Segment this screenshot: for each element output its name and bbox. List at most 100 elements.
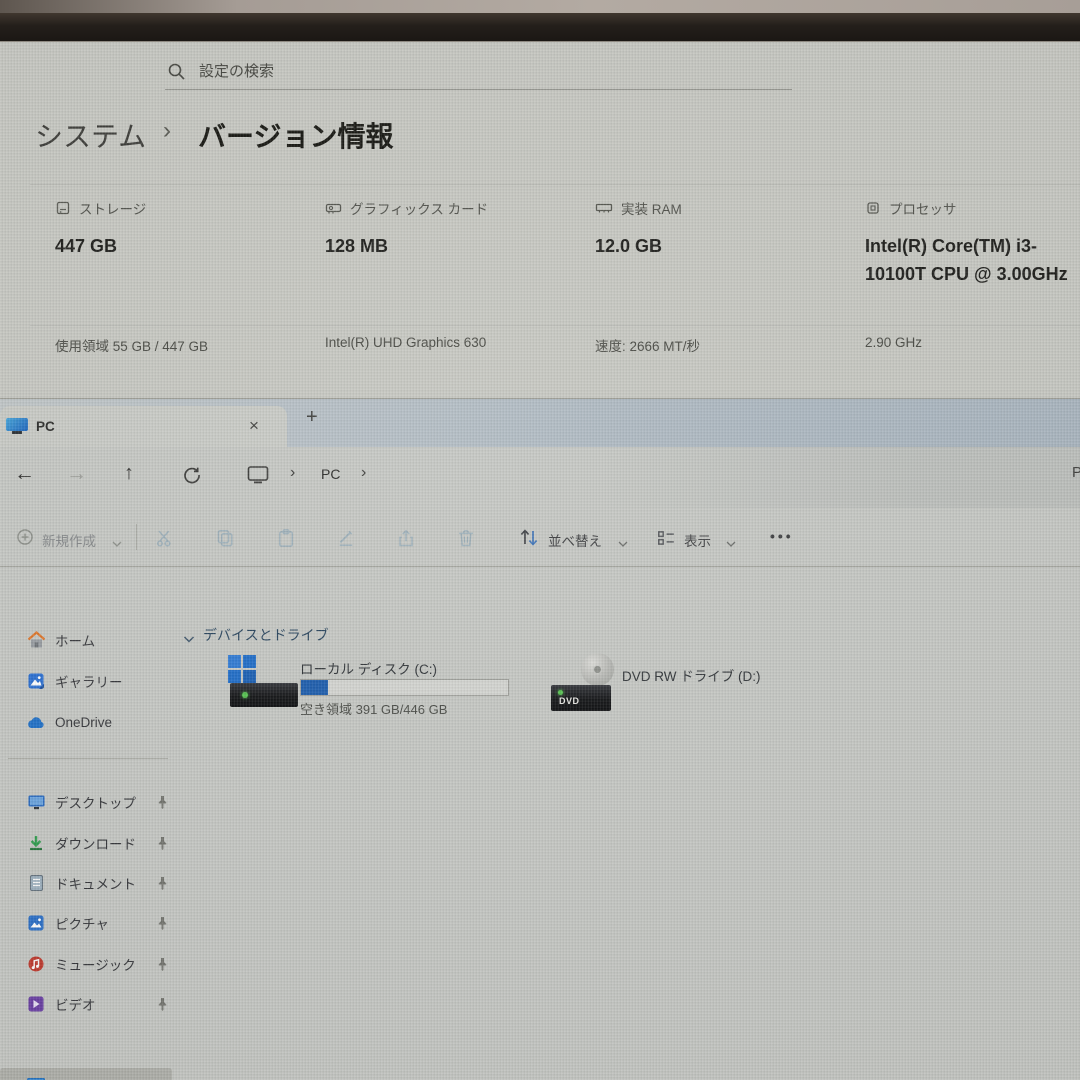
ram-label-text: 実装 RAM: [621, 198, 682, 218]
sidebar-item-downloads[interactable]: ダウンロード: [0, 828, 174, 858]
paste-icon[interactable]: [276, 528, 296, 553]
address-location[interactable]: PC: [321, 466, 340, 482]
capacity-bar-fill: [301, 680, 328, 695]
explorer-tab-bar: PC × +: [0, 398, 1080, 447]
pin-icon: [156, 916, 169, 935]
pin-icon: [156, 957, 169, 976]
sidebar-item-label: ビデオ: [55, 994, 96, 1014]
toolbar-divider: [136, 524, 137, 550]
view-button[interactable]: 表示: [684, 530, 711, 550]
address-pc-icon: [246, 464, 270, 490]
explorer-toolbar: 新規作成: [0, 508, 1080, 567]
pc-monitor-icon: [6, 418, 28, 434]
new-item-button[interactable]: 新規作成: [42, 530, 96, 550]
gpu-value: 128 MB: [325, 232, 535, 260]
dvd-badge: DVD: [559, 696, 580, 706]
view-icon: [656, 528, 676, 553]
tab-pc[interactable]: PC ×: [0, 406, 287, 447]
back-button[interactable]: ←: [14, 462, 35, 486]
pc-icon: [26, 1075, 46, 1080]
new-tab-button[interactable]: +: [306, 406, 318, 429]
storage-label-text: ストレージ: [79, 198, 146, 218]
sidebar-item-label: デスクトップ: [55, 792, 136, 812]
cpu-speed: 2.90 GHz: [865, 335, 922, 350]
address-chevron-icon[interactable]: ›: [290, 464, 295, 482]
sidebar-item-label: ダウンロード: [55, 833, 136, 853]
cpu-icon: [865, 200, 881, 216]
sort-button[interactable]: 並べ替え: [548, 530, 602, 550]
sidebar-item-onedrive[interactable]: OneDrive: [0, 707, 174, 737]
settings-divider-top: [30, 184, 1080, 185]
cpu-card-label: プロセッサ: [865, 198, 957, 218]
sidebar-item-label: ピクチャ: [55, 913, 109, 933]
storage-usage: 使用領域 55 GB / 447 GB: [55, 335, 208, 355]
sidebar-item-home[interactable]: ホーム: [0, 625, 174, 655]
up-button[interactable]: ↑: [124, 462, 134, 485]
sidebar-item-pc[interactable]: PC: [0, 1068, 172, 1080]
chevron-down-icon: [726, 535, 736, 553]
settings-search-input[interactable]: 設定の検索: [199, 60, 274, 81]
ram-icon: [595, 200, 613, 216]
new-item-icon[interactable]: [16, 528, 34, 551]
cpu-label-text: プロセッサ: [889, 198, 957, 218]
desktop-icon: [26, 792, 46, 812]
sidebar-item-label: OneDrive: [55, 715, 112, 730]
gpu-icon: [325, 200, 342, 216]
pin-icon: [156, 997, 169, 1016]
monitor-photo: 設定の検索 システム › バージョン情報 ストレージ グラフィックス カード: [0, 0, 1080, 1080]
more-options-button[interactable]: •••: [770, 528, 794, 544]
monitor-bezel: [0, 13, 1080, 42]
drive-d-name: DVD RW ドライブ (D:): [622, 665, 761, 685]
pin-icon: [156, 876, 169, 895]
sidebar-item-gallery[interactable]: ギャラリー: [0, 666, 174, 696]
onedrive-icon: [26, 712, 46, 732]
copy-icon[interactable]: [215, 528, 235, 553]
chevron-down-icon[interactable]: [183, 631, 195, 649]
windows-flag-icon: [228, 655, 258, 685]
search-box-partial[interactable]: P: [1072, 464, 1080, 481]
dvd-disc-icon: [581, 653, 614, 686]
tab-title: PC: [36, 419, 55, 434]
storage-icon: [55, 200, 71, 216]
gpu-name: Intel(R) UHD Graphics 630: [325, 335, 486, 350]
ram-speed: 速度: 2666 MT/秒: [595, 335, 700, 355]
tab-close-icon[interactable]: ×: [249, 416, 259, 436]
sidebar-item-pictures[interactable]: ピクチャ: [0, 908, 174, 938]
pin-icon: [156, 836, 169, 855]
share-icon[interactable]: [396, 528, 416, 553]
search-icon: [167, 62, 186, 86]
rename-icon[interactable]: [336, 528, 356, 553]
pin-icon: [156, 795, 169, 814]
settings-divider-bottom: [30, 325, 1080, 326]
sidebar-item-desktop[interactable]: デスクトップ: [0, 787, 174, 817]
gallery-icon: [26, 671, 46, 691]
gpu-label-text: グラフィックス カード: [350, 198, 488, 218]
sidebar-item-music[interactable]: ミュージック: [0, 949, 174, 979]
breadcrumb-about: バージョン情報: [198, 115, 393, 155]
devices-and-drives-header[interactable]: デバイスとドライブ: [203, 625, 329, 645]
cut-icon[interactable]: [155, 528, 175, 553]
capacity-bar: [300, 679, 509, 696]
delete-icon[interactable]: [456, 528, 476, 553]
pictures-icon: [26, 913, 46, 933]
sort-icon: [518, 527, 540, 553]
refresh-button[interactable]: [182, 465, 202, 490]
chevron-down-icon: [618, 535, 628, 553]
sidebar-item-documents[interactable]: ドキュメント: [0, 868, 174, 898]
sidebar-item-label: ホーム: [55, 630, 95, 650]
address-chevron-icon-2[interactable]: ›: [361, 464, 366, 482]
chevron-down-icon: [112, 535, 122, 553]
breadcrumb-system[interactable]: システム: [35, 115, 146, 155]
forward-button: →: [66, 462, 87, 486]
dvd-drive-icon: DVD: [551, 685, 611, 711]
screen: 設定の検索 システム › バージョン情報 ストレージ グラフィックス カード: [0, 42, 1080, 1080]
explorer-nav-bar: ← → ↑ › PC › P: [0, 446, 1080, 508]
breadcrumb-chevron-icon: ›: [163, 117, 171, 145]
gpu-card-label: グラフィックス カード: [325, 198, 488, 218]
search-underline: [165, 89, 792, 90]
music-icon: [26, 954, 46, 974]
sidebar-item-label: ミュージック: [55, 954, 136, 974]
drive-c-name: ローカル ディスク (C:): [300, 658, 437, 678]
sidebar-item-videos[interactable]: ビデオ: [0, 989, 174, 1019]
drive-c-free-space: 空き領域 391 GB/446 GB: [300, 699, 447, 718]
